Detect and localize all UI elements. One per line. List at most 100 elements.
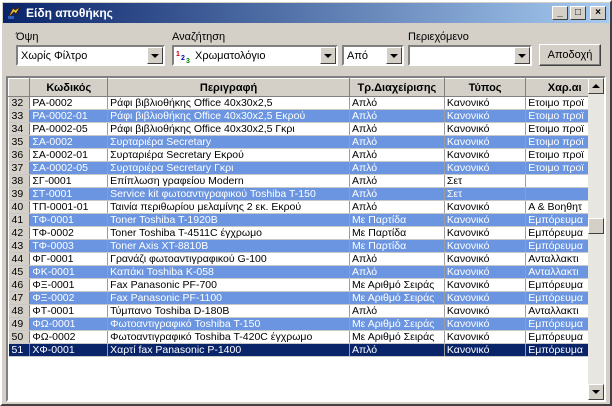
item-type[interactable]: Κανονικό	[444, 122, 527, 136]
row-number[interactable]: 37	[8, 161, 31, 175]
chevron-down-icon[interactable]	[386, 47, 402, 64]
row-number[interactable]: 34	[8, 122, 31, 136]
column-header-management[interactable]: Τρ.Διαχείρισης	[348, 78, 445, 97]
item-type[interactable]: Κανονικό	[444, 96, 527, 110]
item-description[interactable]: Toner Axis XT-8810B	[107, 239, 350, 253]
table-row[interactable]: 36 ΣΑ-0002-01 Συρταριέρα Secretary Εκρού Απ…	[8, 148, 604, 162]
management-type[interactable]: Απλό	[349, 135, 445, 149]
item-type[interactable]: Κανονικό	[444, 291, 527, 305]
search-mode-select[interactable]: 1 2 3 Χρωματολόγιο	[172, 45, 338, 66]
table-row[interactable]: 42 ΤΦ-0002 Toner Toshiba T-4511C έγχρωμο Με…	[8, 226, 604, 240]
item-code[interactable]: ΤΠ-0001-01	[29, 200, 109, 214]
management-type[interactable]: Με Παρτίδα	[349, 226, 445, 240]
scroll-up-button[interactable]	[588, 78, 604, 94]
item-type[interactable]: Κανονικό	[444, 252, 527, 266]
item-code[interactable]: ΣΓ-0001	[29, 174, 109, 188]
row-number[interactable]: 39	[8, 187, 31, 201]
management-type[interactable]: Απλό	[349, 174, 445, 188]
row-number[interactable]: 35	[8, 135, 31, 149]
table-row[interactable]: 43 ΤΦ-0003 Toner Axis XT-8810B Με Παρτίδα Κα…	[8, 239, 604, 253]
title-bar[interactable]: Είδη αποθήκης _ □ ×	[3, 3, 609, 23]
table-row[interactable]: 46 ΦΞ-0001 Fax Panasonic PF-700 Με Αριθμό Σ…	[8, 278, 604, 292]
item-type[interactable]: Σετ	[444, 187, 527, 201]
item-type[interactable]: Κανονικό	[444, 135, 527, 149]
item-description[interactable]: Fax Panasonic PF-700	[107, 278, 350, 292]
table-row[interactable]: 45 ΦΚ-0001 Καπάκι Toshiba K-058 Απλό Κανονικ…	[8, 265, 604, 279]
item-code[interactable]: ΧΦ-0001	[29, 343, 109, 357]
row-number[interactable]: 49	[8, 317, 31, 331]
item-code[interactable]: ΡΑ-0002-05	[29, 122, 109, 136]
item-code[interactable]: ΣΤ-0001	[29, 187, 109, 201]
table-row[interactable]: 39 ΣΤ-0001 Service kit φωτοαντιγραφικού To…	[8, 187, 604, 201]
management-type[interactable]: Απλό	[349, 304, 445, 318]
maximize-button[interactable]: □	[570, 6, 586, 20]
item-description[interactable]: Καπάκι Toshiba K-058	[107, 265, 350, 279]
item-code[interactable]: ΦΤ-0001	[29, 304, 109, 318]
minimize-button[interactable]: _	[552, 6, 568, 20]
item-code[interactable]: ΦΞ-0002	[29, 291, 109, 305]
management-type[interactable]: Απλό	[349, 96, 445, 110]
row-number[interactable]: 46	[8, 278, 31, 292]
item-type[interactable]: Κανονικό	[444, 330, 527, 344]
management-type[interactable]: Απλό	[349, 161, 445, 175]
management-type[interactable]: Απλό	[349, 265, 445, 279]
management-type[interactable]: Απλό	[349, 187, 445, 201]
row-number[interactable]: 38	[8, 174, 31, 188]
item-type[interactable]: Κανονικό	[444, 265, 527, 279]
column-header-description[interactable]: Περιγραφή	[107, 78, 350, 97]
row-number[interactable]: 32	[8, 96, 31, 110]
row-number[interactable]: 47	[8, 291, 31, 305]
item-code[interactable]: ΣΑ-0002-01	[29, 148, 109, 162]
item-type[interactable]: Κανονικό	[444, 213, 527, 227]
management-type[interactable]: Με Αριθμό Σειράς	[349, 330, 445, 344]
item-type[interactable]: Σετ	[444, 174, 527, 188]
management-type[interactable]: Απλό	[349, 200, 445, 214]
item-code[interactable]: ΦΩ-0002	[29, 330, 109, 344]
item-type[interactable]: Κανονικό	[444, 200, 527, 214]
management-type[interactable]: Απλό	[349, 122, 445, 136]
item-description[interactable]: Toner Toshiba T-4511C έγχρωμο	[107, 226, 350, 240]
from-select[interactable]: Από	[342, 45, 404, 66]
item-description[interactable]: Γρανάζι φωτοαντιγραφικού G-100	[107, 252, 350, 266]
item-description[interactable]: Service kit φωτοαντιγραφικού Toshiba T-1…	[107, 187, 350, 201]
item-description[interactable]: Ράφι βιβλιοθήκης Office 40x30x2,5 Εκρού	[107, 109, 350, 123]
item-description[interactable]: Συρταριέρα Secretary Γκρι	[107, 161, 350, 175]
item-code[interactable]: ΤΦ-0002	[29, 226, 109, 240]
table-row[interactable]: 44 ΦΓ-0001 Γρανάζι φωτοαντιγραφικού G-100 Α…	[8, 252, 604, 266]
item-description[interactable]: Επίπλωση γραφείου Modern	[107, 174, 350, 188]
item-description[interactable]: Φωτοαντιγραφικό Toshiba T-420C έγχρωμο	[107, 330, 350, 344]
scroll-thumb[interactable]	[588, 218, 604, 234]
row-number[interactable]: 41	[8, 213, 31, 227]
management-type[interactable]: Με Παρτίδα	[349, 239, 445, 253]
vertical-scrollbar[interactable]	[588, 78, 604, 400]
item-code[interactable]: ΤΦ-0003	[29, 239, 109, 253]
item-code[interactable]: ΦΚ-0001	[29, 265, 109, 279]
table-row[interactable]: 51 ΧΦ-0001 Χαρτί fax Panasonic P-1400 Απλό Κ…	[8, 343, 604, 357]
table-row[interactable]: 40 ΤΠ-0001-01 Ταινία περιθωρίου μελαμίνης …	[8, 200, 604, 214]
item-description[interactable]: Fax Panasonic PF-1100	[107, 291, 350, 305]
management-type[interactable]: Απλό	[349, 148, 445, 162]
table-row[interactable]: 35 ΣΑ-0002 Συρταριέρα Secretary Απλό Κανονικ…	[8, 135, 604, 149]
row-number[interactable]: 48	[8, 304, 31, 318]
table-row[interactable]: 47 ΦΞ-0002 Fax Panasonic PF-1100 Με Αριθμό …	[8, 291, 604, 305]
item-code[interactable]: ΦΓ-0001	[29, 252, 109, 266]
item-type[interactable]: Κανονικό	[444, 109, 527, 123]
item-code[interactable]: ΤΦ-0001	[29, 213, 109, 227]
management-type[interactable]: Με Αριθμό Σειράς	[349, 317, 445, 331]
items-grid[interactable]: Κωδικός Περιγραφή Τρ.Διαχείρισης Τύπος Χ…	[6, 76, 606, 402]
item-description[interactable]: Συρταριέρα Secretary Εκρού	[107, 148, 350, 162]
table-row[interactable]: 38 ΣΓ-0001 Επίπλωση γραφείου Modern Απλό Σετ	[8, 174, 604, 188]
view-select[interactable]: Χωρίς Φίλτρο	[16, 45, 165, 66]
accept-button[interactable]: Αποδοχή	[539, 44, 601, 66]
table-row[interactable]: 33 ΡΑ-0002-01 Ράφι βιβλιοθήκης Office 40x3…	[8, 109, 604, 123]
row-number[interactable]: 44	[8, 252, 31, 266]
item-description[interactable]: Ράφι βιβλιοθήκης Office 40x30x2,5	[107, 96, 350, 110]
table-row[interactable]: 37 ΣΑ-0002-05 Συρταριέρα Secretary Γκρι Απλ…	[8, 161, 604, 175]
item-description[interactable]: Τύμπανο Toshiba D-180B	[107, 304, 350, 318]
column-header-type[interactable]: Τύπος	[443, 78, 527, 97]
item-type[interactable]: Κανονικό	[444, 343, 527, 357]
management-type[interactable]: Με Αριθμό Σειράς	[349, 291, 445, 305]
item-description[interactable]: Συρταριέρα Secretary	[107, 135, 350, 149]
management-type[interactable]: Απλό	[349, 252, 445, 266]
item-type[interactable]: Κανονικό	[444, 304, 527, 318]
